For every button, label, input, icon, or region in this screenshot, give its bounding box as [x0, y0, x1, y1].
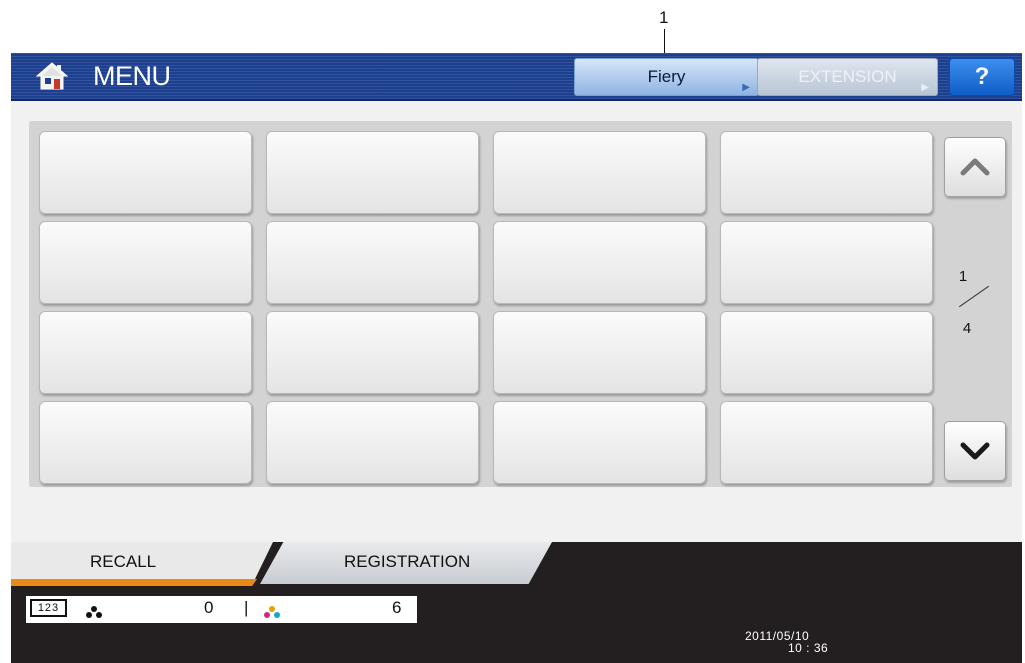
template-button[interactable] — [39, 131, 252, 214]
active-tab-indicator — [11, 579, 257, 586]
black-toner-icon — [86, 606, 102, 618]
template-button[interactable] — [720, 131, 933, 214]
template-button[interactable] — [493, 131, 706, 214]
template-button[interactable] — [720, 221, 933, 304]
scroll-up-button[interactable] — [944, 137, 1006, 197]
template-button[interactable] — [493, 311, 706, 394]
fiery-tab-label: Fiery — [647, 67, 686, 86]
time-display: 10 : 36 — [788, 641, 829, 655]
counter-mode-icon: 123 — [30, 599, 67, 617]
counter-separator: | — [244, 598, 249, 617]
chevron-down-icon — [960, 442, 990, 460]
title-bar: MENU Fiery ▶ EXTENSION ▶ ? — [11, 53, 1022, 101]
chevron-up-icon — [960, 158, 990, 176]
template-button[interactable] — [39, 311, 252, 394]
template-button[interactable] — [266, 131, 479, 214]
template-button[interactable] — [493, 401, 706, 484]
template-grid — [29, 121, 1012, 487]
color-toner-icon — [264, 606, 280, 618]
page-current: 1 — [958, 268, 968, 285]
page-title: MENU — [93, 61, 171, 91]
scroll-down-button[interactable] — [944, 421, 1006, 481]
extension-tab-label: EXTENSION — [798, 67, 897, 86]
color-count: 6 — [392, 598, 402, 617]
extension-tab-button[interactable]: EXTENSION ▶ — [757, 58, 938, 96]
callout-number: 1 — [659, 8, 669, 27]
template-button[interactable] — [493, 221, 706, 304]
template-button[interactable] — [39, 221, 252, 304]
template-button[interactable] — [266, 221, 479, 304]
black-count: 0 — [204, 598, 214, 617]
template-button[interactable] — [266, 311, 479, 394]
template-button[interactable] — [720, 401, 933, 484]
triangle-right-icon: ▶ — [742, 82, 750, 93]
triangle-right-icon: ▶ — [921, 82, 929, 93]
help-button[interactable]: ? — [949, 58, 1015, 96]
tab-registration-label: REGISTRATION — [344, 552, 471, 571]
help-icon: ? — [974, 63, 990, 90]
fiery-tab-button[interactable]: Fiery ▶ — [574, 58, 759, 96]
tab-recall-label: RECALL — [90, 552, 157, 571]
template-button[interactable] — [266, 401, 479, 484]
template-button[interactable] — [720, 311, 933, 394]
template-button[interactable] — [39, 401, 252, 484]
page-total: 4 — [962, 320, 972, 337]
home-icon[interactable] — [35, 61, 69, 91]
